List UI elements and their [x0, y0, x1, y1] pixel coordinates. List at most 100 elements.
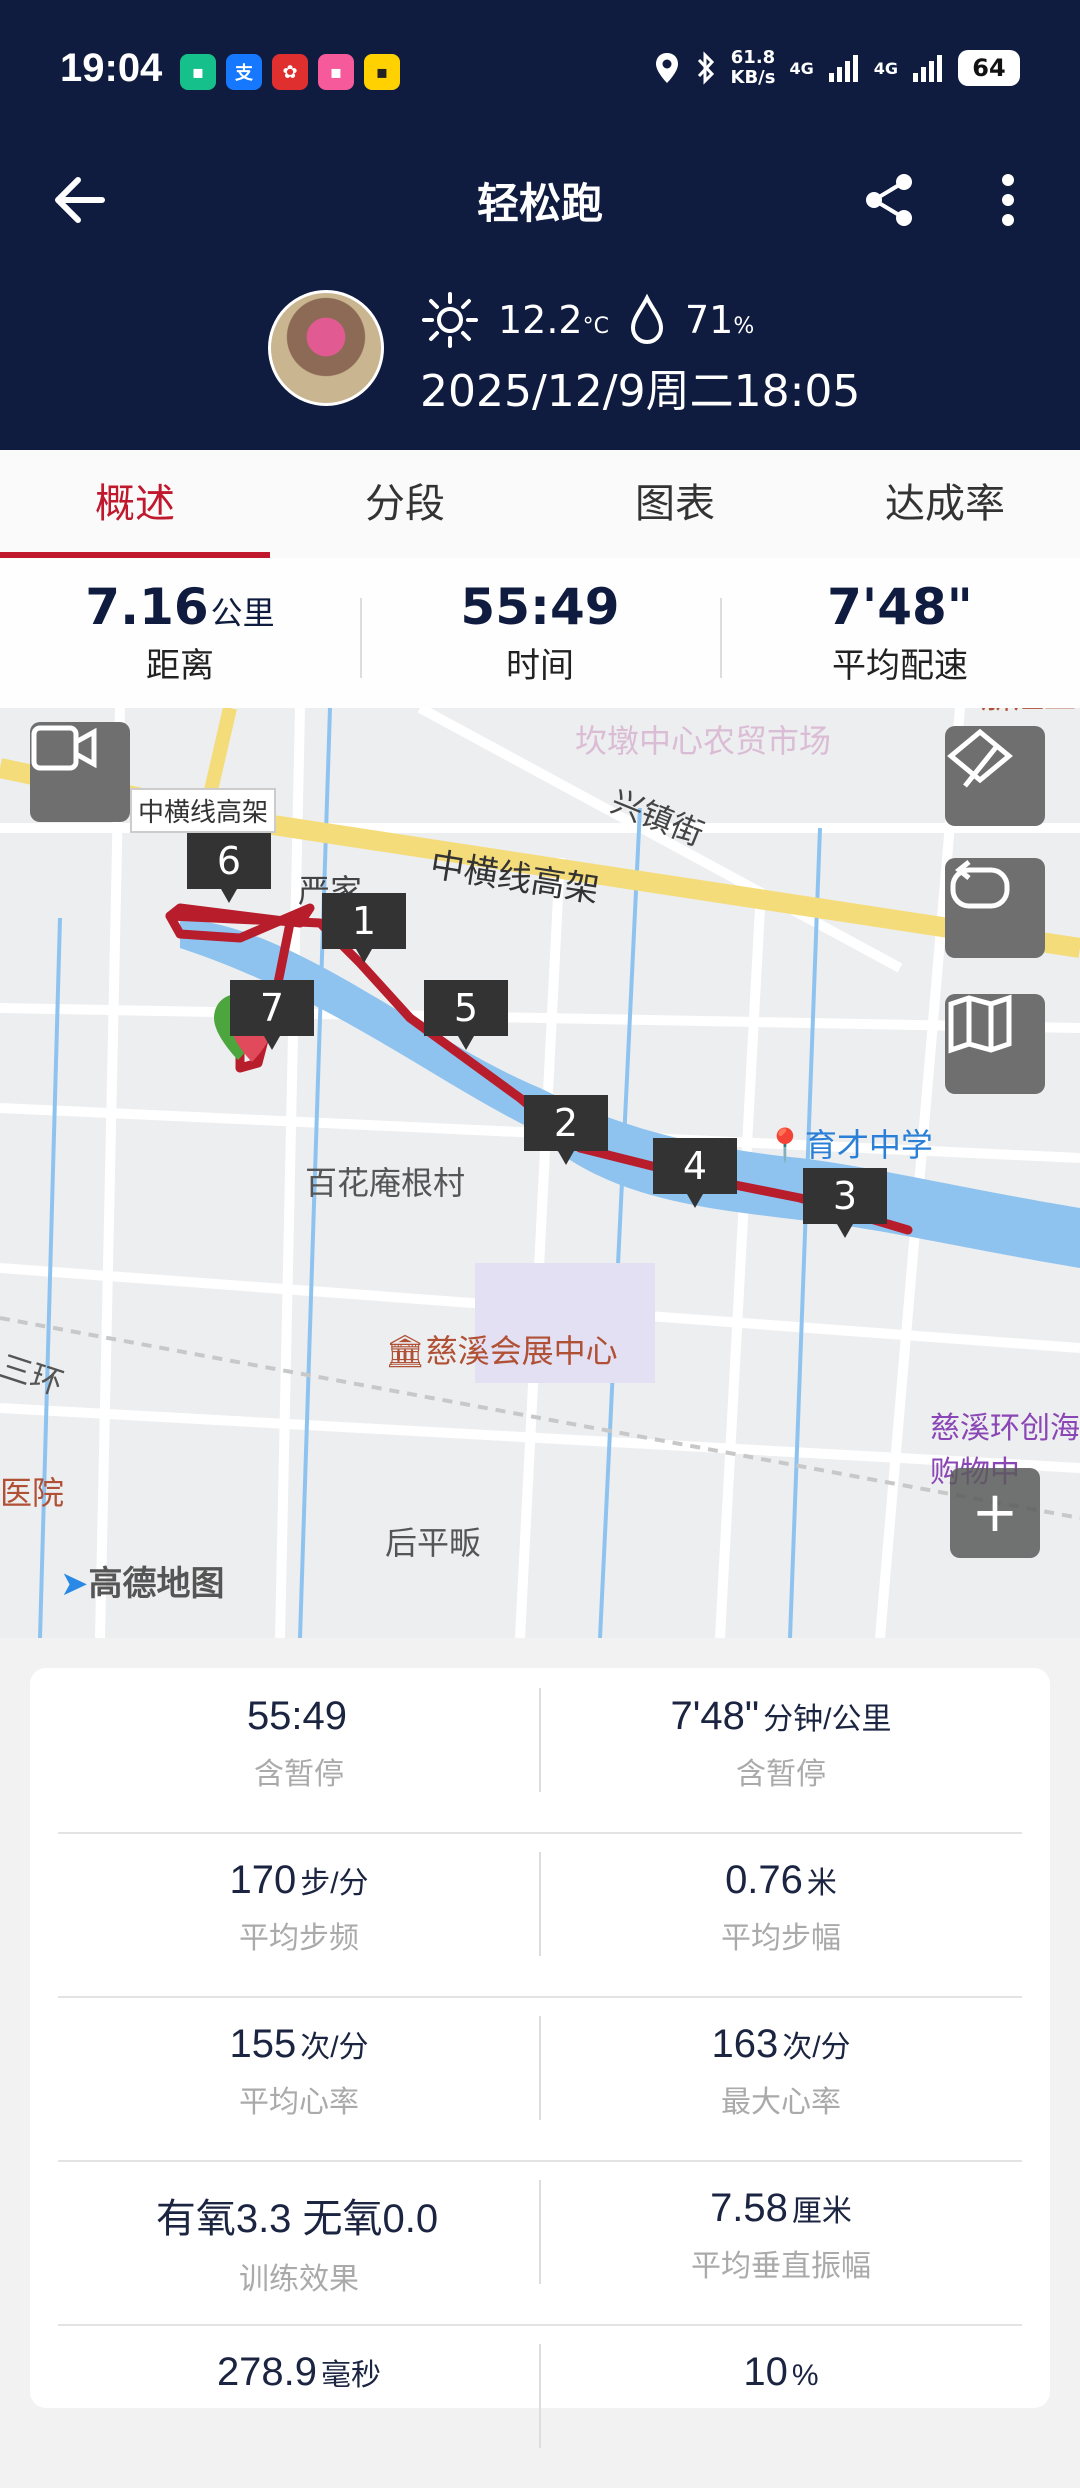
activity-header: 19:04 ▪ 支 ✿ ▪ ▪ 61.8 KB/s 4G 4G 64 轻松跑 1… — [0, 0, 1080, 450]
plus-icon: + — [971, 1480, 1019, 1545]
route-map[interactable]: 中横线高架 中横线高架 兴镇街 严家 百花庵根村 📍育才中学 🏛慈溪会展中心 慈… — [0, 708, 1080, 1638]
stat-label: 含暂停 — [736, 1757, 826, 1792]
status-bar: 19:04 ▪ 支 ✿ ▪ ▪ 61.8 KB/s 4G 4G 64 — [0, 0, 1080, 140]
school-label: 育才中学 — [804, 1126, 933, 1164]
arrow-left-icon — [55, 177, 105, 223]
stat-value: 0.76 米 — [540, 1858, 1022, 1903]
stat-label: 含暂停 — [254, 1757, 344, 1792]
stat-percentage: 10% — [540, 2324, 1022, 2488]
km-marker-2[interactable]: 2 — [524, 1095, 608, 1165]
battery-indicator: 64 — [958, 50, 1020, 86]
stat-vertical-oscillation: 7.58 厘米 平均垂直振幅 — [540, 2160, 1022, 2324]
stat-value: 10% — [540, 2350, 1022, 2395]
back-button[interactable] — [50, 170, 120, 230]
amap-arrow-icon: ➤ — [60, 1564, 89, 1604]
stat-number: 10 — [743, 2350, 788, 2394]
zoom-in-button[interactable]: + — [950, 1468, 1040, 1558]
sun-icon — [422, 292, 478, 348]
map-label-village: 百花庵根村 — [305, 1164, 466, 1202]
loop-icon — [950, 860, 1010, 909]
net-speed-unit: KB/s — [730, 67, 776, 88]
stat-number: 0.76 — [725, 1858, 803, 1902]
pace-number: 7'48" — [827, 578, 973, 636]
tab-achievement[interactable]: 达成率 — [810, 450, 1080, 558]
signal-4g-1: 4G — [789, 58, 814, 78]
tab-splits[interactable]: 分段 — [270, 450, 540, 558]
km-marker-1[interactable]: 1 — [322, 893, 406, 963]
km-marker-4[interactable]: 4 — [653, 1138, 737, 1208]
stat-value: 278.9 毫秒 — [58, 2350, 540, 2395]
stat-value: 155 次/分 — [58, 2022, 540, 2067]
signal-4g-2: 4G — [873, 58, 898, 78]
stat-value: 7.58 厘米 — [540, 2186, 1022, 2231]
map-poi-expo[interactable]: 🏛慈溪会展中心 — [385, 1326, 618, 1372]
more-options-button[interactable] — [988, 170, 1038, 230]
map-label-zhejiang: 浙江工 — [980, 708, 1076, 718]
stat-avg-cadence: 170 步/分 平均步频 — [58, 1832, 540, 1996]
stats-card: 55:49 含暂停 7'48" 分钟/公里 含暂停 170 步/分 平均步频 0.7… — [30, 1668, 1050, 2448]
nav-bar: 轻松跑 — [0, 150, 1080, 250]
stat-ground-contact: 278.9 毫秒 — [58, 2324, 540, 2488]
meituan-notification-icon: ▪ — [364, 54, 400, 90]
stats-row-contact: 278.9 毫秒 10% — [58, 2324, 1022, 2488]
temperature-unit: °C — [582, 314, 609, 339]
stat-label: 训练效果 — [239, 2262, 359, 2297]
map-3d-view-button[interactable] — [945, 726, 1045, 826]
distance-unit: 公里 — [210, 594, 275, 632]
video-replay-button[interactable] — [30, 722, 130, 822]
replay-route-button[interactable] — [945, 858, 1045, 958]
stats-row-training: 有氧3.3 无氧0.0 训练效果 7.58 厘米 平均垂直振幅 — [58, 2160, 1022, 2326]
map-canvas — [0, 708, 1080, 1638]
humidity-value: 71% — [685, 298, 754, 342]
school-pin-icon: 📍 — [765, 1126, 805, 1164]
stats-row-cadence-stride: 170 步/分 平均步频 0.76 米 平均步幅 — [58, 1832, 1022, 1998]
stat-number: 55:49 — [246, 1694, 348, 1738]
stat-value: 55:49 — [58, 1694, 540, 1739]
layers-3d-icon — [947, 728, 1013, 788]
amap-logo: ➤高德地图 — [60, 1556, 225, 1605]
stat-unit: 次/分 — [300, 2031, 369, 2064]
summary-distance-label: 距离 — [146, 646, 214, 686]
activity-datetime: 2025/12/9周二18:05 — [420, 366, 861, 417]
distance-number: 7.16 — [85, 578, 209, 636]
share-button[interactable] — [860, 170, 920, 230]
activity-summary: 7.16公里 距离 55:49 时间 7'48" 平均配速 — [0, 558, 1080, 708]
map-icon — [948, 994, 1012, 1054]
stat-label: 平均垂直振幅 — [691, 2249, 871, 2284]
km-marker-7[interactable]: 7 — [230, 980, 314, 1050]
stat-label: 平均步幅 — [721, 1921, 841, 1956]
km-marker-6[interactable]: 6 — [187, 833, 271, 903]
net-speed-value: 61.8 — [730, 47, 776, 68]
signal-bars-icon — [913, 55, 942, 82]
stat-value: 7'48" 分钟/公里 — [540, 1694, 1022, 1739]
location-icon — [655, 53, 678, 83]
user-avatar[interactable] — [268, 290, 384, 406]
map-poi-school[interactable]: 📍育才中学 — [765, 1120, 933, 1166]
stat-max-heart-rate: 163 次/分 最大心率 — [540, 1996, 1022, 2160]
map-type-button[interactable] — [945, 994, 1045, 1094]
weather-info: 12.2°C 71% — [420, 290, 754, 350]
tab-charts[interactable]: 图表 — [540, 450, 810, 558]
network-speed: 61.8 KB/s — [731, 48, 776, 88]
app-notification-icon: ✿ — [272, 54, 308, 90]
signal-bars-icon — [828, 55, 858, 82]
summary-pace-label: 平均配速 — [832, 646, 968, 686]
summary-distance-value: 7.16公里 — [0, 578, 360, 636]
status-indicators: 61.8 KB/s 4G 4G 64 — [653, 48, 1020, 88]
summary-time: 55:49 时间 — [360, 558, 720, 708]
km-marker-3[interactable]: 3 — [803, 1168, 887, 1238]
tab-overview[interactable]: 概述 — [0, 450, 270, 558]
humidity-drop-icon — [630, 294, 663, 344]
video-camera-icon — [31, 725, 97, 771]
stat-label: 最大心率 — [721, 2085, 841, 2120]
status-time: 19:04 — [60, 46, 163, 90]
stat-pace-with-pause: 7'48" 分钟/公里 含暂停 — [540, 1668, 1022, 1832]
time-number: 55:49 — [460, 578, 620, 636]
stat-training-effect: 有氧3.3 无氧0.0 训练效果 — [58, 2160, 540, 2324]
km-marker-5[interactable]: 5 — [424, 980, 508, 1050]
temperature-number: 12.2 — [498, 298, 583, 342]
summary-distance: 7.16公里 距离 — [0, 558, 360, 708]
share-icon — [866, 174, 912, 226]
stat-unit: 次/分 — [782, 2031, 851, 2064]
amap-logo-text: 高德地图 — [88, 1564, 225, 1604]
